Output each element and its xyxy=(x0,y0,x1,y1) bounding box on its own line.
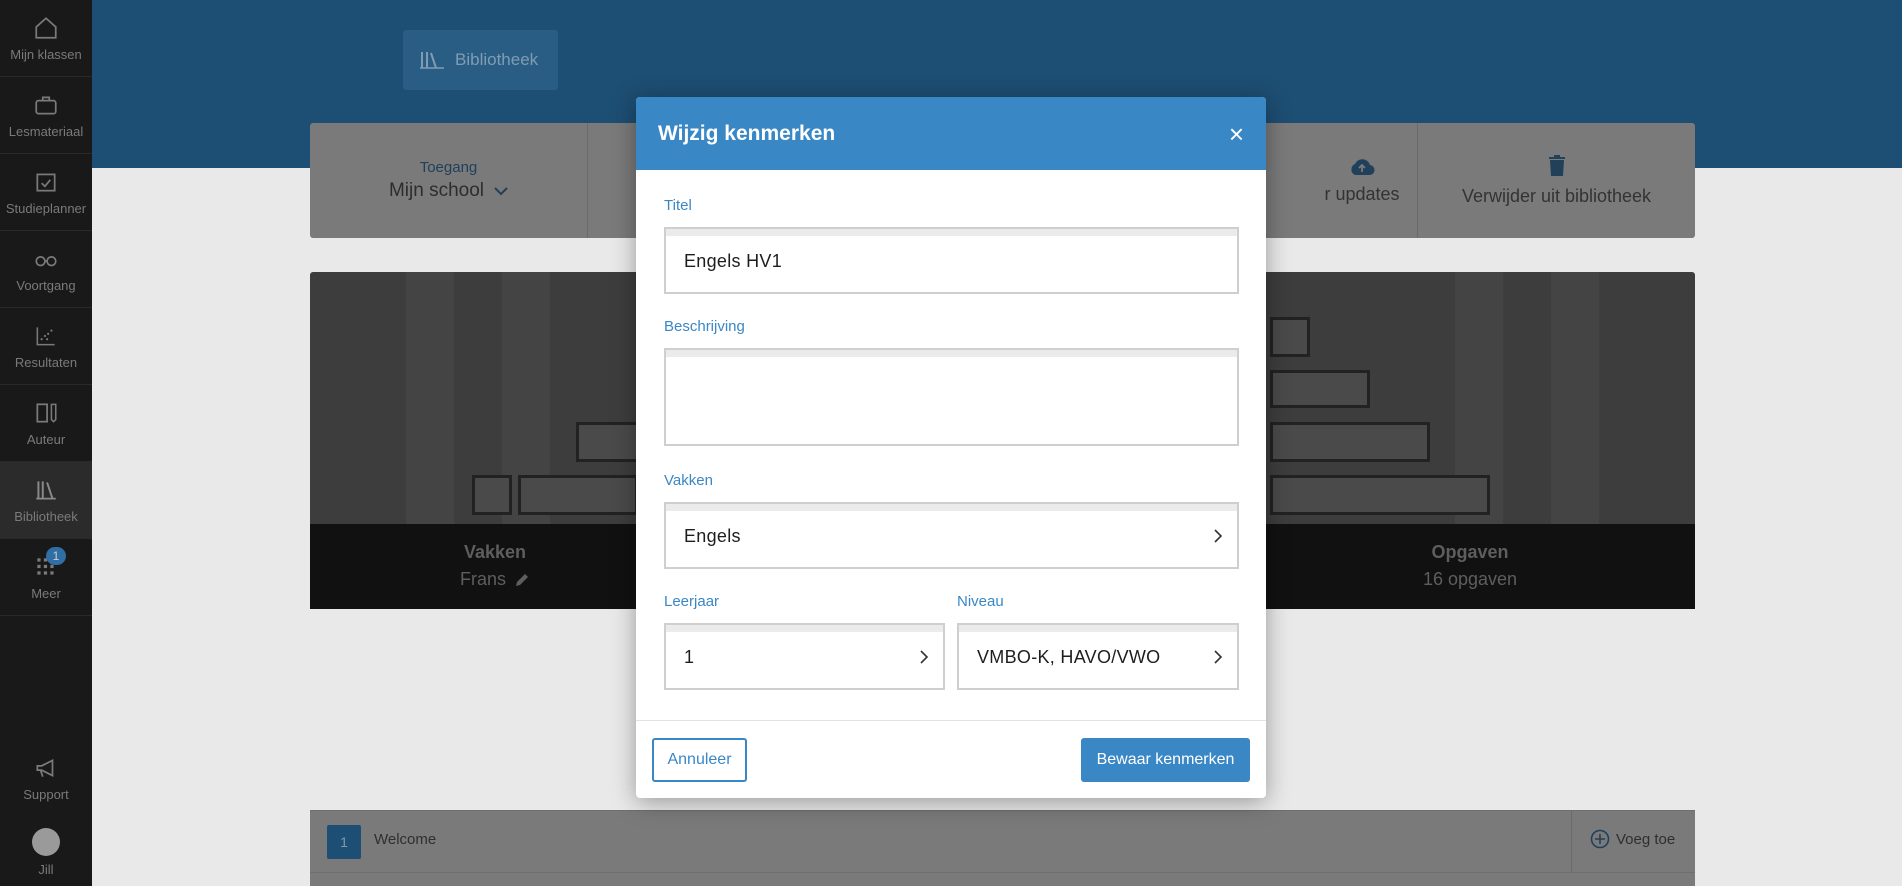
sidebar-item-studieplanner[interactable]: Studieplanner xyxy=(0,154,92,231)
shelf-illustration xyxy=(472,475,512,515)
shelf-illustration xyxy=(1270,317,1310,357)
sidebar-item-label: Auteur xyxy=(26,431,66,447)
edit-properties-dialog: Wijzig kenmerken × Titel Engels HV1 Besc… xyxy=(636,97,1266,798)
sidebar-item-label: Mijn klassen xyxy=(10,46,82,62)
stat-vakken: Vakken Frans xyxy=(450,542,540,590)
list-item[interactable]: 1 Welcome Voeg toe xyxy=(310,810,1695,873)
shelf-illustration xyxy=(1270,370,1370,408)
delete-from-library-button[interactable]: Verwijder uit bibliotheek xyxy=(1418,123,1695,238)
tab-label: Bibliotheek xyxy=(455,50,539,69)
tab-bibliotheek[interactable]: Bibliotheek xyxy=(403,30,558,90)
access-value: Mijn school xyxy=(388,180,485,201)
sidebar-item-resultaten[interactable]: Resultaten xyxy=(0,308,92,385)
titel-value: Engels HV1 xyxy=(684,251,783,271)
add-button[interactable]: Voeg toe xyxy=(1590,829,1675,849)
sidebar: Mijn klassen Lesmateriaal Studieplanner … xyxy=(0,0,92,886)
home-icon xyxy=(35,16,57,39)
megaphone-icon xyxy=(36,759,54,777)
updates-label: r updates xyxy=(1324,184,1400,204)
cloud-upload-icon xyxy=(1351,159,1375,176)
stat-label: Vakken xyxy=(463,542,527,562)
vakken-label: Vakken xyxy=(664,472,713,489)
notification-badge: 1 xyxy=(46,547,66,565)
leerjaar-label: Leerjaar xyxy=(664,593,720,610)
list-item[interactable] xyxy=(310,872,1695,886)
niveau-label: Niveau xyxy=(957,593,1004,610)
close-icon[interactable]: × xyxy=(1229,121,1244,147)
cancel-button[interactable]: Annuleer xyxy=(652,738,747,782)
sidebar-item-label: Support xyxy=(23,787,69,802)
update-button[interactable]: r updates xyxy=(1310,123,1414,238)
dialog-header: Wijzig kenmerken × xyxy=(636,97,1266,170)
library-icon xyxy=(420,52,444,69)
row-title: Welcome xyxy=(374,831,437,848)
sidebar-item-mijn-klassen[interactable]: Mijn klassen xyxy=(0,0,92,77)
stat-value: Frans xyxy=(459,569,506,589)
author-icon xyxy=(36,402,57,423)
niveau-select[interactable]: VMBO-K, HAVO/VWO xyxy=(957,623,1239,690)
calendar-check-icon xyxy=(36,173,56,192)
sidebar-item-bibliotheek[interactable]: Bibliotheek xyxy=(0,462,92,539)
access-dropdown[interactable]: Toegang Mijn school xyxy=(310,123,587,238)
leerjaar-value: 1 xyxy=(684,647,695,667)
sidebar-item-auteur[interactable]: Auteur xyxy=(0,385,92,462)
edit-pencil-icon[interactable] xyxy=(514,572,530,588)
delete-label: Verwijder uit bibliotheek xyxy=(1461,186,1652,206)
stat-value: 16 opgaven xyxy=(1422,569,1518,589)
niveau-value: VMBO-K, HAVO/VWO xyxy=(977,647,1161,667)
titel-input[interactable]: Engels HV1 xyxy=(664,227,1239,294)
sidebar-item-voortgang[interactable]: Voortgang xyxy=(0,231,92,308)
sidebar-item-label: Resultaten xyxy=(14,354,78,370)
shelf-illustration xyxy=(1270,422,1430,462)
chevron-right-icon xyxy=(1214,650,1223,664)
scatter-icon xyxy=(36,326,55,345)
chevron-down-icon xyxy=(494,187,508,196)
titel-label: Titel xyxy=(664,197,692,214)
plus-circle-icon xyxy=(1590,829,1610,849)
vakken-value: Engels xyxy=(684,526,741,546)
divider xyxy=(587,123,588,238)
glasses-icon xyxy=(35,255,57,266)
library-icon xyxy=(36,480,56,500)
sidebar-item-label: Studieplanner xyxy=(5,200,87,216)
sidebar-item-label: Lesmateriaal xyxy=(8,123,84,139)
sidebar-item-label: Bibliotheek xyxy=(14,508,78,524)
trash-icon xyxy=(1548,155,1565,176)
shelf-illustration xyxy=(1270,475,1490,515)
chevron-right-icon xyxy=(1214,529,1223,543)
decorative-stripe xyxy=(1551,272,1599,524)
stat-opgaven: Opgaven 16 opgaven xyxy=(1410,542,1530,590)
sidebar-item-lesmateriaal[interactable]: Lesmateriaal xyxy=(0,77,92,154)
divider xyxy=(636,720,1266,721)
sidebar-item-support[interactable]: Support xyxy=(0,740,92,817)
avatar xyxy=(32,827,60,856)
row-number: 1 xyxy=(327,825,361,859)
sidebar-item-profile[interactable]: Jill xyxy=(0,818,92,886)
chevron-right-icon xyxy=(920,650,929,664)
decorative-stripe xyxy=(406,272,454,524)
beschrijving-textarea[interactable] xyxy=(664,348,1239,446)
leerjaar-select[interactable]: 1 xyxy=(664,623,945,690)
sidebar-item-meer[interactable]: Meer 1 xyxy=(0,539,92,616)
add-label: Voeg toe xyxy=(1616,830,1676,848)
briefcase-icon xyxy=(35,96,57,115)
dialog-title: Wijzig kenmerken xyxy=(658,121,836,145)
beschrijving-label: Beschrijving xyxy=(664,318,745,335)
shelf-illustration xyxy=(518,475,638,515)
vakken-select[interactable]: Engels xyxy=(664,502,1239,569)
divider xyxy=(1571,811,1572,873)
sidebar-item-label: Jill xyxy=(38,861,54,877)
stat-label: Opgaven xyxy=(1431,542,1509,562)
access-label: Toegang xyxy=(419,159,478,176)
sidebar-item-label: Voortgang xyxy=(16,277,76,293)
save-properties-button[interactable]: Bewaar kenmerken xyxy=(1081,738,1250,782)
sidebar-item-label: Meer xyxy=(31,585,61,601)
